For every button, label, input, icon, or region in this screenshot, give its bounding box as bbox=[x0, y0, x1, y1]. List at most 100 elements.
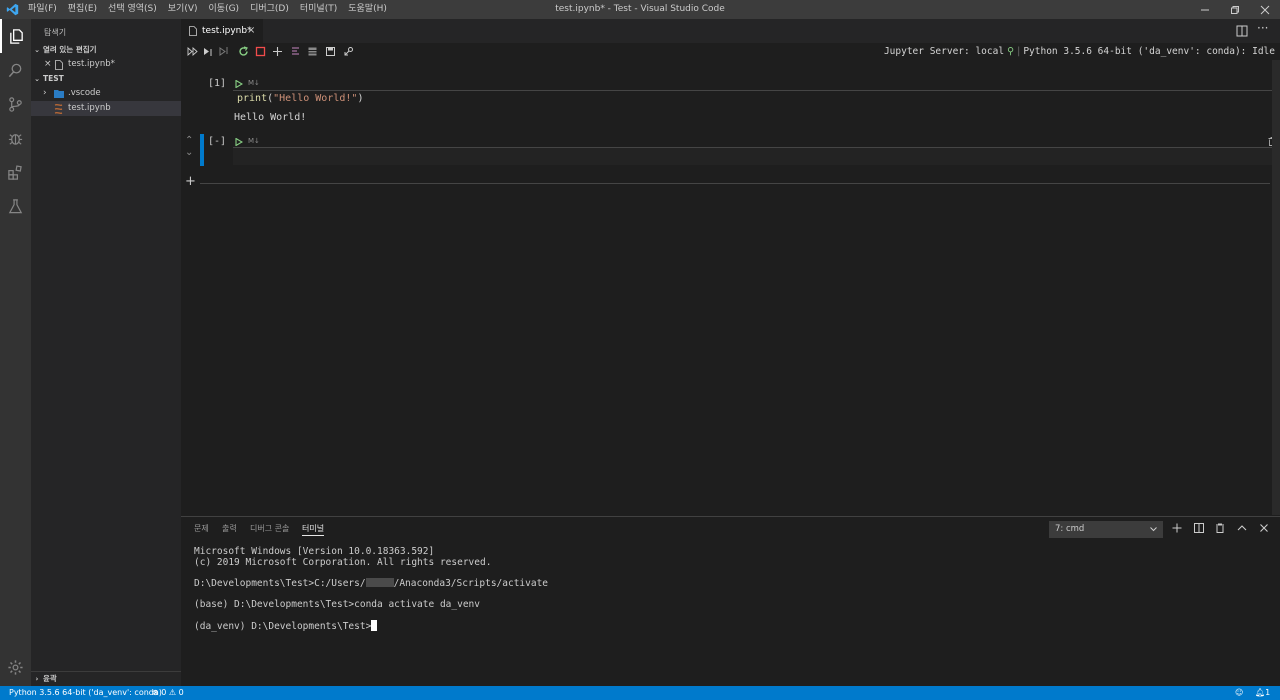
error-icon: ⊗ bbox=[152, 688, 159, 697]
tab-test-ipynb[interactable]: test.ipynb* × bbox=[181, 19, 263, 43]
python-kernel-status[interactable]: Python 3.5.6 64-bit ('da_venv': conda): … bbox=[1023, 46, 1275, 57]
menu-file[interactable]: 파일(F) bbox=[28, 0, 57, 19]
menu-help[interactable]: 도움말(H) bbox=[348, 0, 387, 19]
notifications-indicator[interactable]: 🔔︎1 bbox=[1255, 686, 1270, 700]
open-editors-header[interactable]: ⌄ 열려 있는 편집기 bbox=[31, 43, 181, 57]
open-editor-label: test.ipynb* bbox=[68, 59, 115, 69]
empty-cell-input[interactable] bbox=[233, 148, 1273, 165]
close-icon bbox=[1260, 5, 1270, 14]
activity-explorer[interactable] bbox=[0, 19, 31, 53]
run-below-icon[interactable] bbox=[219, 46, 230, 57]
tab-problems[interactable]: 문제 bbox=[194, 523, 209, 535]
tab-output[interactable]: 출력 bbox=[222, 523, 237, 535]
split-terminal-button[interactable] bbox=[1192, 521, 1206, 535]
close-icon[interactable]: × bbox=[44, 57, 52, 72]
chevron-down-icon: ⌄ bbox=[34, 75, 40, 83]
activity-testing[interactable] bbox=[0, 189, 31, 223]
open-editor-item[interactable]: × test.ipynb* bbox=[31, 57, 181, 72]
restore-button[interactable] bbox=[1220, 0, 1250, 19]
editor-tab-bar: test.ipynb* × ··· bbox=[181, 19, 1280, 43]
menu-selection[interactable]: 선택 영역(S) bbox=[108, 0, 157, 19]
execution-count: [1] bbox=[208, 78, 227, 89]
add-cell-plus-icon[interactable]: + bbox=[185, 174, 196, 189]
activity-bar bbox=[0, 19, 31, 686]
flask-icon bbox=[8, 198, 23, 213]
add-cell-divider bbox=[200, 183, 1270, 184]
code-paren: ) bbox=[357, 93, 364, 104]
warning-icon: ⚠ bbox=[168, 688, 177, 697]
menu-terminal[interactable]: 터미널(T) bbox=[300, 0, 337, 19]
split-editor-button[interactable] bbox=[1236, 25, 1248, 37]
notebook-editor: [1] M↓ print("Hello World!") Hello World… bbox=[181, 60, 1280, 515]
outline-header[interactable]: › 윤곽 bbox=[31, 671, 181, 686]
run-above-icon[interactable] bbox=[203, 46, 214, 57]
run-cell-icon[interactable] bbox=[235, 80, 243, 88]
minimize-button[interactable] bbox=[1190, 0, 1220, 19]
file-icon bbox=[55, 60, 63, 70]
terminal-prompt: (da_venv) D:\Developments\Test> bbox=[194, 621, 372, 632]
cell-type-label[interactable]: M↓ bbox=[248, 79, 260, 87]
trash-icon bbox=[1216, 523, 1224, 533]
maximize-panel-button[interactable] bbox=[1235, 521, 1249, 535]
kill-terminal-button[interactable] bbox=[1213, 521, 1227, 535]
plus-icon bbox=[1172, 523, 1182, 533]
run-cell-icon[interactable] bbox=[235, 138, 243, 146]
code-cell[interactable]: [1] M↓ print("Hello World!") Hello World… bbox=[181, 76, 1276, 128]
minimize-icon bbox=[1201, 9, 1209, 10]
vertical-scrollbar[interactable] bbox=[1272, 60, 1280, 515]
cell-divider bbox=[233, 90, 1273, 91]
run-all-icon[interactable] bbox=[187, 46, 198, 57]
close-panel-button[interactable] bbox=[1257, 521, 1271, 535]
terminal-select-value: 7: cmd bbox=[1055, 524, 1085, 534]
cell-code[interactable]: print("Hello World!") bbox=[237, 93, 363, 104]
tree-item-vscode-folder[interactable]: › .vscode bbox=[31, 86, 181, 101]
terminal-select[interactable]: 7: cmd bbox=[1049, 521, 1163, 538]
menu-edit[interactable]: 편집(E) bbox=[68, 0, 97, 19]
move-cell-up-icon[interactable]: ⌃ bbox=[185, 135, 193, 146]
menu-debug[interactable]: 디버그(D) bbox=[250, 0, 289, 19]
selected-cell-marker bbox=[200, 134, 204, 166]
notebook-toolbar: Jupyter Server: local ⚲ | Python 3.5.6 6… bbox=[181, 43, 1280, 60]
variables-icon[interactable] bbox=[307, 46, 318, 57]
export-icon[interactable] bbox=[343, 46, 354, 57]
activity-debug[interactable] bbox=[0, 121, 31, 155]
code-cell-selected[interactable]: ⌃ ⌄ [-] M↓ bbox=[181, 134, 1276, 166]
warning-count: 0 bbox=[178, 688, 184, 697]
clear-outputs-icon[interactable] bbox=[290, 46, 301, 57]
tab-terminal[interactable]: 터미널 bbox=[302, 523, 325, 536]
new-terminal-button[interactable] bbox=[1170, 521, 1184, 535]
restart-kernel-icon[interactable] bbox=[238, 46, 249, 57]
menu-go[interactable]: 이동(G) bbox=[209, 0, 240, 19]
close-tab-icon[interactable]: × bbox=[247, 19, 255, 43]
close-window-button[interactable] bbox=[1250, 0, 1280, 19]
activity-search[interactable] bbox=[0, 53, 31, 87]
search-icon bbox=[8, 63, 22, 77]
code-function: print bbox=[237, 93, 268, 104]
more-actions-icon[interactable]: ··· bbox=[1257, 21, 1268, 35]
tree-item-label: test.ipynb bbox=[68, 103, 111, 113]
interrupt-kernel-icon[interactable] bbox=[255, 46, 266, 57]
connected-icon: ⚲ bbox=[1007, 46, 1015, 57]
activity-settings[interactable] bbox=[0, 650, 31, 684]
notebook-file-icon bbox=[54, 104, 63, 114]
title-bar: 파일(F) 편집(E) 선택 영역(S) 보기(V) 이동(G) 디버그(D) … bbox=[0, 0, 1280, 19]
bottom-panel: 문제 출력 디버그 콘솔 터미널 7: cmd Microsoft Window… bbox=[181, 516, 1280, 687]
split-editor-icon bbox=[1236, 25, 1248, 37]
execution-count: [-] bbox=[208, 136, 227, 147]
folder-header[interactable]: ⌄ TEST bbox=[31, 72, 181, 86]
tab-debug-console[interactable]: 디버그 콘솔 bbox=[250, 523, 289, 535]
jupyter-server-status[interactable]: Jupyter Server: local bbox=[884, 46, 1004, 57]
activity-extensions[interactable] bbox=[0, 155, 31, 189]
move-cell-down-icon[interactable]: ⌄ bbox=[185, 147, 193, 158]
add-cell-icon[interactable] bbox=[272, 46, 283, 57]
feedback-icon[interactable]: ☺ bbox=[1235, 686, 1243, 700]
save-notebook-icon[interactable] bbox=[325, 46, 336, 57]
kernel-status: Jupyter Server: local ⚲ | Python 3.5.6 6… bbox=[883, 46, 1275, 57]
tree-item-notebook[interactable]: test.ipynb bbox=[31, 101, 181, 116]
problems-indicator[interactable]: ⊗ 0 ⚠ 0 bbox=[152, 686, 184, 700]
cell-type-label[interactable]: M↓ bbox=[248, 137, 260, 145]
menu-view[interactable]: 보기(V) bbox=[168, 0, 198, 19]
source-control-icon bbox=[9, 96, 22, 112]
python-interpreter[interactable]: Python 3.5.6 64-bit ('da_venv': conda) bbox=[9, 686, 162, 700]
activity-source-control[interactable] bbox=[0, 87, 31, 121]
